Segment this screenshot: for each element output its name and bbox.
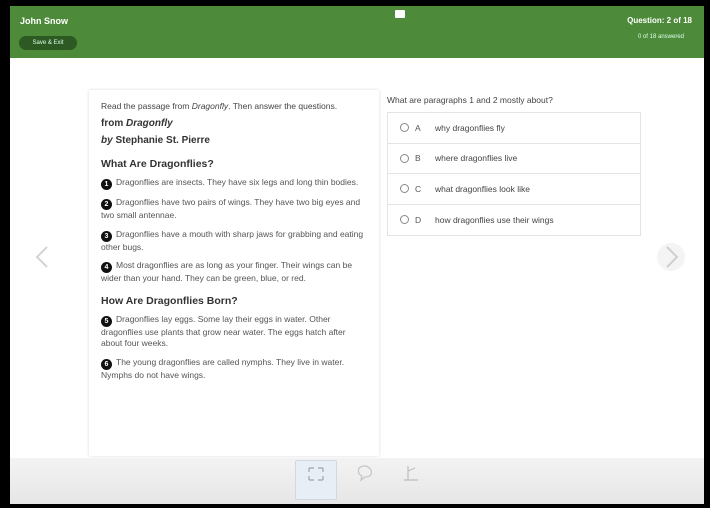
answer-option-b[interactable]: B where dragonflies live	[388, 144, 640, 174]
radio-button[interactable]	[400, 123, 409, 133]
author-name: Stephanie St. Pierre	[115, 135, 210, 146]
app-frame: John Snow Save & Exit Question: 2 of 18 …	[10, 6, 704, 504]
answer-option-c[interactable]: C what dragonflies look like	[388, 174, 640, 205]
expand-tool-button[interactable]	[295, 460, 337, 500]
paragraph-number: 1	[101, 179, 112, 190]
header-bar: John Snow Save & Exit Question: 2 of 18 …	[10, 6, 704, 58]
paragraph-number: 5	[101, 315, 112, 327]
chevron-left-icon[interactable]	[28, 242, 58, 272]
paragraph-text: Dragonflies are insects. They have six l…	[116, 177, 359, 187]
bottom-toolbar	[10, 458, 704, 504]
paragraph-text: The young dragonflies are called nymphs.…	[101, 356, 345, 380]
passage-instruction: Read the passage from Dragonfly. Then an…	[101, 100, 367, 112]
paragraph-text: Most dragonflies are as long as your fin…	[101, 260, 353, 284]
answer-option-d[interactable]: D how dragonflies use their wings	[388, 205, 640, 236]
section-heading: What Are Dragonflies?	[101, 158, 214, 170]
paragraph: 1 Dragonflies are insects. They have six …	[101, 177, 367, 190]
title-text: Dragonfly	[126, 118, 173, 129]
option-letter: C	[415, 183, 422, 194]
option-text: how dragonflies use their wings	[435, 214, 554, 225]
section-heading: How Are Dragonflies Born?	[101, 294, 238, 307]
paragraph-number: 6	[101, 358, 112, 370]
speech-tool-button[interactable]	[345, 460, 387, 500]
instruction-suffix: . Then answer the questions.	[228, 101, 338, 111]
option-letter: D	[415, 214, 422, 225]
paragraph-text: Dragonflies have a mouth with sharp jaws…	[101, 228, 364, 252]
title-prefix: from	[101, 118, 126, 129]
passage-author: by Stephanie St. Pierre	[101, 135, 367, 146]
save-exit-button[interactable]: Save & Exit	[19, 36, 77, 50]
paragraph: 5 Dragonflies lay eggs. Some lay their eg…	[101, 314, 367, 350]
answered-status: 0 of 18 answered	[637, 34, 684, 40]
paragraph: 2 Dragonflies have two pairs of wings. Th…	[101, 197, 367, 222]
answer-option-a[interactable]: A why dragonflies fly	[388, 113, 640, 144]
user-name: John Snow	[20, 16, 68, 26]
question-text: What are paragraphs 1 and 2 mostly about…	[387, 95, 553, 105]
paragraph: 4 Most dragonflies are as long as your fi…	[101, 260, 367, 285]
paragraph: 3 Dragonflies have a mouth with sharp jaw…	[101, 229, 367, 254]
speech-icon	[357, 465, 372, 482]
paragraph-text: Dragonflies have two pairs of wings. The…	[101, 197, 361, 220]
paragraph-number: 3	[101, 230, 112, 242]
highlighter-icon	[404, 466, 418, 481]
paragraph-number: 2	[101, 199, 112, 210]
radio-button[interactable]	[400, 184, 409, 194]
instruction-prefix: Read the passage from	[101, 101, 192, 111]
paragraph-number: 4	[101, 262, 112, 274]
flag-marker-icon[interactable]	[395, 10, 405, 18]
passage-panel: Read the passage from Dragonfly. Then an…	[89, 90, 379, 456]
expand-icon	[308, 467, 324, 481]
option-text: what dragonflies look like	[435, 183, 530, 194]
highlighter-tool-button[interactable]	[390, 460, 432, 500]
radio-button[interactable]	[400, 153, 409, 163]
option-text: why dragonflies fly	[435, 122, 505, 133]
answer-options: A why dragonflies fly B where dragonflie…	[387, 112, 641, 236]
question-counter: Question: 2 of 18	[627, 16, 692, 25]
paragraph: 6 The young dragonflies are called nymphs…	[101, 357, 367, 382]
passage-title: from Dragonfly	[101, 118, 367, 129]
radio-button[interactable]	[400, 215, 409, 225]
chevron-right-icon[interactable]	[656, 242, 686, 272]
option-letter: A	[415, 122, 421, 133]
paragraph-text: Dragonflies lay eggs. Some lay their egg…	[101, 313, 346, 349]
author-prefix: by	[101, 135, 116, 146]
option-text: where dragonflies live	[435, 153, 518, 164]
instruction-title: Dragonfly	[191, 101, 229, 111]
option-letter: B	[415, 153, 421, 164]
